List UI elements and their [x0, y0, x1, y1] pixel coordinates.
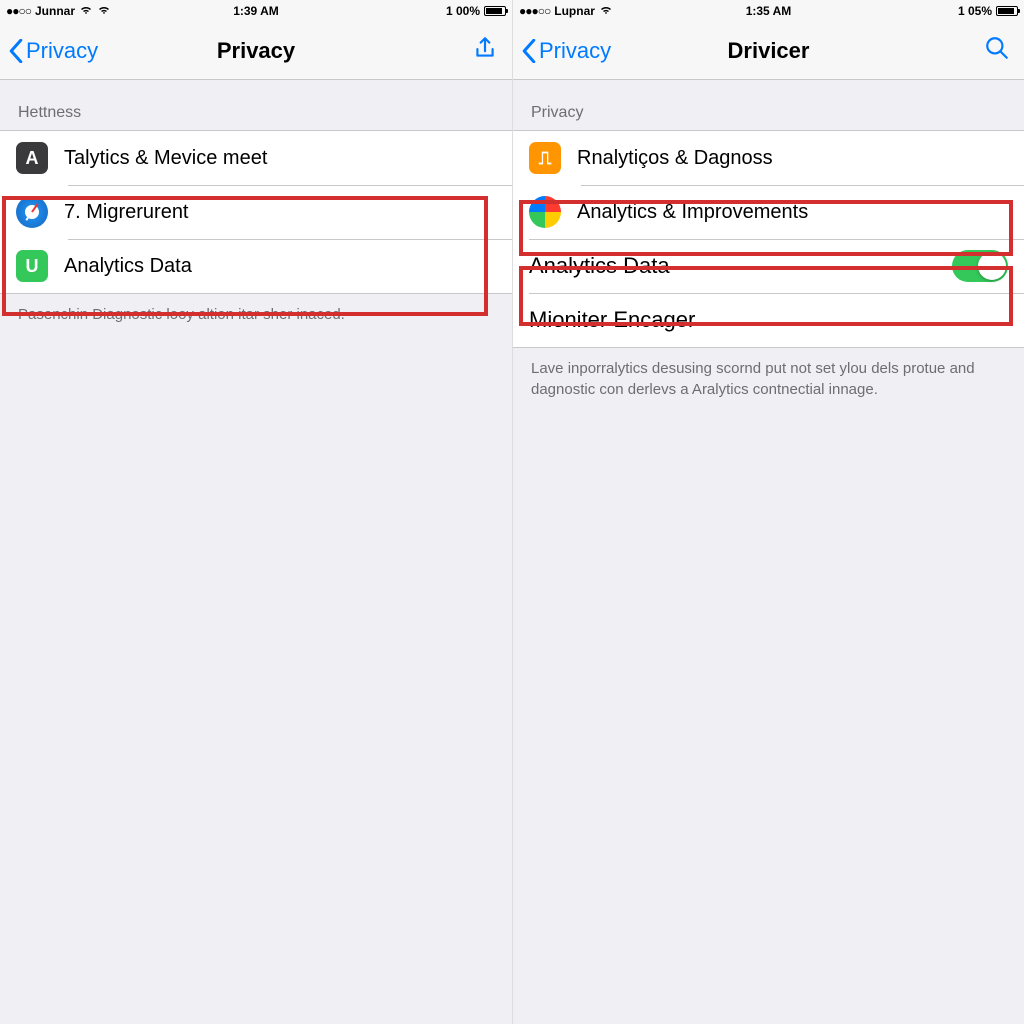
footer-text: Lave inporralytics desusing scornd put n… — [513, 348, 1024, 410]
signal-dots: ●●○○ — [6, 4, 31, 18]
row-label: Talytics & Mevice meet — [64, 147, 267, 170]
row-label: Mioniter Encager — [529, 307, 695, 333]
chevron-left-icon — [521, 39, 537, 63]
status-bar: ●●○○ Junnar 1:39 AM 1 00% — [0, 0, 512, 22]
clock-label: 1:35 AM — [746, 4, 792, 18]
clock-label: 1:39 AM — [233, 4, 279, 18]
list-row-toggle[interactable]: Analytics Data — [513, 239, 1024, 293]
row-label: Rnalytiços & Dagnoss — [577, 147, 773, 170]
page-title: Drivicer — [728, 38, 810, 64]
footer-text: Pasenchin Diagnostic looy altion itar sh… — [0, 294, 512, 335]
share-icon — [472, 35, 498, 61]
list-row[interactable]: Mioniter Encager — [513, 293, 1024, 347]
section-header: Hettness — [0, 80, 512, 130]
wifi-icon — [79, 4, 93, 18]
carrier-label: Lupnar — [554, 4, 595, 18]
carrier-label: Junnar — [35, 4, 75, 18]
row-label: 7. Migrerurent — [64, 201, 189, 224]
list-row[interactable]: Analytics & Improvements — [513, 185, 1024, 239]
phone-left: ●●○○ Junnar 1:39 AM 1 00% Privacy Privac… — [0, 0, 512, 1024]
battery-label: 1 05% — [958, 4, 992, 18]
back-label: Privacy — [539, 38, 611, 64]
list-row[interactable]: A Talytics & Mevice meet — [0, 131, 512, 185]
battery-label: 1 00% — [446, 4, 480, 18]
nav-bar: Privacy Privacy — [0, 22, 512, 80]
search-button[interactable] — [984, 35, 1010, 66]
wifi-icon — [97, 4, 111, 18]
app-icon: A — [16, 142, 48, 174]
section-header: Privacy — [513, 80, 1024, 130]
analytics-toggle[interactable] — [952, 250, 1008, 282]
settings-list: ⎍ Rnalytiços & Dagnoss Analytics & Impro… — [513, 130, 1024, 348]
nav-bar: Privacy Drivicer — [513, 22, 1024, 80]
row-label: Analytics & Improvements — [577, 201, 808, 224]
list-row[interactable]: U Analytics Data — [0, 239, 512, 293]
list-row[interactable]: 7. Migrerurent — [0, 185, 512, 239]
row-label: Analytics Data — [64, 255, 192, 278]
diagnostics-icon: ⎍ — [529, 142, 561, 174]
list-row[interactable]: ⎍ Rnalytiços & Dagnoss — [513, 131, 1024, 185]
battery-icon — [996, 6, 1018, 16]
content-area: Privacy ⎍ Rnalytiços & Dagnoss Analytics… — [513, 80, 1024, 1024]
analytics-icon — [529, 196, 561, 228]
back-label: Privacy — [26, 38, 98, 64]
battery-icon — [484, 6, 506, 16]
content-area: Hettness A Talytics & Mevice meet 7. Mig… — [0, 80, 512, 1024]
share-button[interactable] — [472, 35, 498, 66]
search-icon — [984, 35, 1010, 61]
back-button[interactable]: Privacy — [8, 38, 98, 64]
settings-list: A Talytics & Mevice meet 7. Migrerurent … — [0, 130, 512, 294]
shield-icon: U — [16, 250, 48, 282]
phone-right: ●●●○○ Lupnar 1:35 AM 1 05% Privacy Drivi… — [512, 0, 1024, 1024]
back-button[interactable]: Privacy — [521, 38, 611, 64]
chevron-left-icon — [8, 39, 24, 63]
safari-icon — [16, 196, 48, 228]
row-label: Analytics Data — [529, 253, 670, 279]
wifi-icon — [599, 4, 613, 18]
signal-dots: ●●●○○ — [519, 4, 550, 18]
page-title: Privacy — [217, 38, 295, 64]
status-bar: ●●●○○ Lupnar 1:35 AM 1 05% — [513, 0, 1024, 22]
